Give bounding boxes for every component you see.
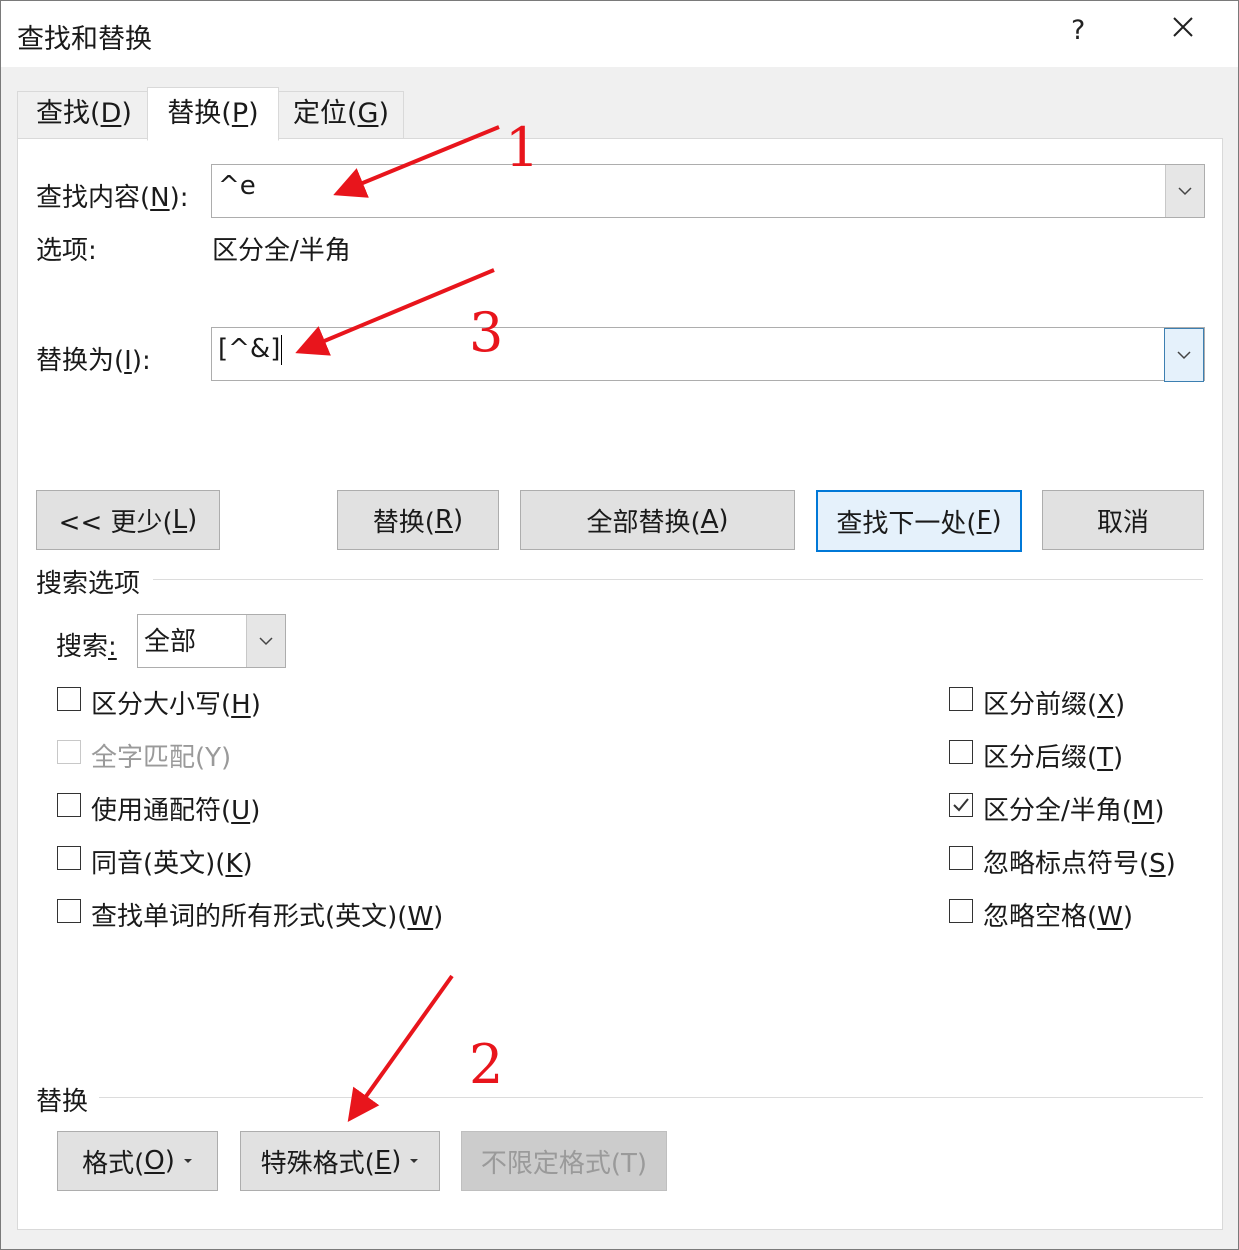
annotation-arrow-2 xyxy=(347,974,454,1123)
annotation-layer xyxy=(295,125,500,1123)
tab-replace[interactable]: 替换(P) xyxy=(147,87,279,141)
annotation-arrow-3 xyxy=(295,268,495,356)
annotation-number-3: 3 xyxy=(469,301,504,364)
annotation-number-2: 2 xyxy=(469,1033,504,1096)
annotation-number-1: 1 xyxy=(505,116,540,179)
annotation-arrow-1 xyxy=(333,125,500,198)
